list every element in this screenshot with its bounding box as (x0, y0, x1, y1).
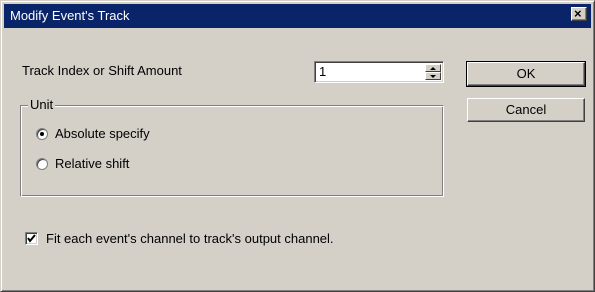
arrow-up-icon (430, 67, 436, 70)
title-bar[interactable]: Modify Event's Track × (4, 4, 591, 28)
dialog-window: Modify Event's Track × Track Index or Sh… (0, 0, 595, 292)
radio-absolute-label[interactable]: Absolute specify (55, 126, 150, 142)
arrow-down-icon (430, 75, 436, 78)
track-index-input[interactable] (318, 63, 420, 80)
radio-relative-label[interactable]: Relative shift (55, 156, 129, 172)
spin-down-button[interactable] (425, 72, 441, 80)
checkmark-icon (27, 234, 36, 243)
close-icon: × (574, 6, 582, 21)
radio-relative-shift[interactable] (36, 158, 48, 170)
fit-channel-label[interactable]: Fit each event's channel to track's outp… (46, 231, 334, 247)
spinner-buttons (425, 64, 441, 80)
radio-absolute-specify[interactable] (36, 128, 48, 140)
unit-groupbox (20, 105, 444, 197)
spin-up-button[interactable] (425, 64, 441, 72)
radio-selected-dot (40, 132, 44, 136)
cancel-button[interactable]: Cancel (467, 98, 585, 122)
track-index-label: Track Index or Shift Amount (22, 63, 182, 78)
close-button[interactable]: × (571, 6, 587, 21)
window-title: Modify Event's Track (10, 8, 130, 23)
unit-group-label: Unit (28, 97, 56, 113)
fit-channel-checkbox[interactable] (25, 232, 38, 245)
ok-button[interactable]: OK (466, 61, 586, 87)
track-index-spinner[interactable] (314, 61, 444, 83)
